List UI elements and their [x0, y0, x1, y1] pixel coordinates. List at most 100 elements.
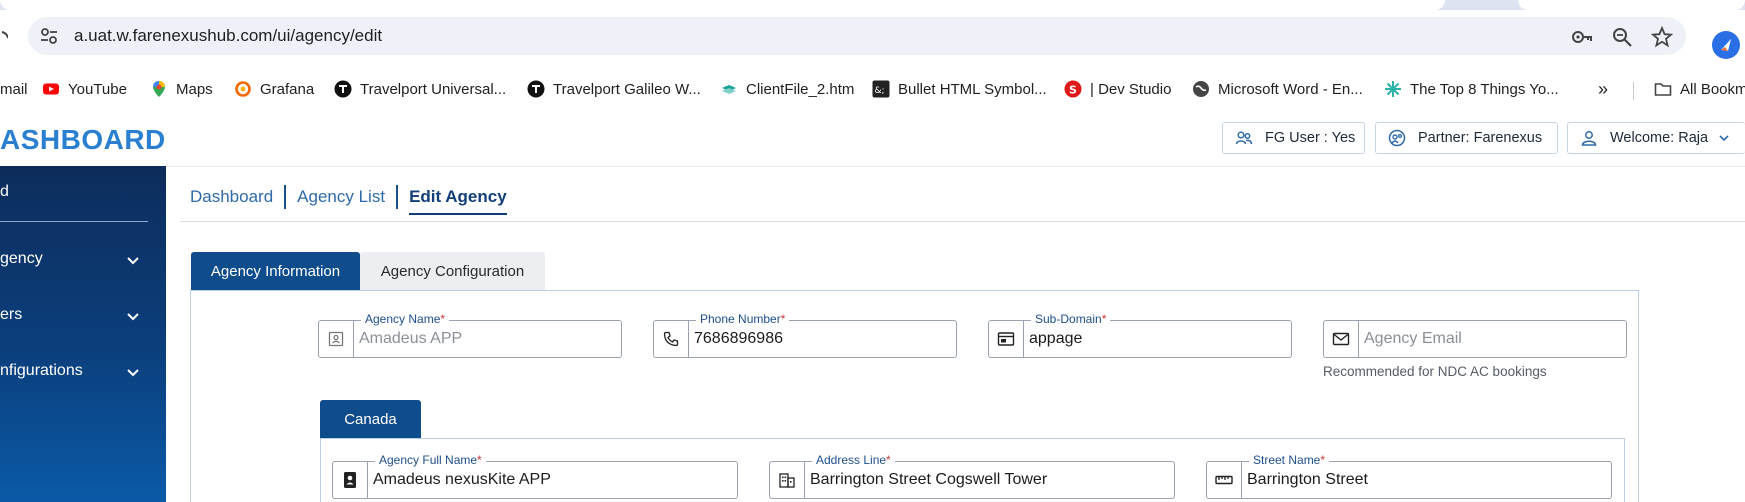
street-name-value: Barrington Street	[1247, 471, 1368, 488]
agency-full-name-field[interactable]: Agency Full Name* Amadeus nexusKite APP	[332, 453, 738, 499]
street-name-field[interactable]: Street Name* Barrington Street	[1206, 453, 1612, 499]
all-bookmarks-label: All Bookm	[1680, 80, 1745, 98]
globe-icon	[1193, 81, 1209, 97]
bookmark-label: mail	[0, 80, 28, 98]
partner-icon	[1388, 129, 1406, 147]
phone-number-field[interactable]: Phone Number* 7686896986	[653, 312, 957, 358]
address-line-field[interactable]: Address Line* Barrington Street Cogswell…	[769, 453, 1175, 499]
agency-full-name-icon-box	[333, 462, 368, 498]
sidebar-item-configurations[interactable]: nfigurations	[0, 362, 148, 384]
email-icon-box	[1324, 321, 1359, 357]
browser-tabstrip	[0, 0, 1745, 10]
agency-name-icon-box	[319, 321, 354, 357]
partner-label: Partner: Farenexus	[1418, 130, 1543, 146]
tab-agency-information[interactable]: Agency Information	[191, 252, 360, 290]
required-asterisk: *	[780, 312, 786, 326]
sidebar-item-label: gency	[0, 250, 43, 267]
bookmark-label: Travelport Galileo W...	[553, 80, 701, 98]
tab-country-canada[interactable]: Canada	[320, 400, 421, 438]
site-settings-icon[interactable]	[38, 25, 60, 47]
address-line-value: Barrington Street Cogswell Tower	[810, 471, 1048, 488]
chevron-down-icon	[127, 369, 139, 377]
more-bookmarks-button[interactable]: »	[1598, 76, 1608, 102]
bookmarks-divider	[1633, 82, 1634, 100]
sidebar-item-agency[interactable]: gency	[0, 250, 148, 272]
maps-icon	[153, 81, 165, 97]
bookmark-item[interactable]: The Top 8 Things Yo...	[1384, 76, 1559, 102]
welcome-user-menu[interactable]: Welcome: Raja	[1567, 122, 1745, 154]
travelport-icon	[527, 80, 545, 98]
bookmark-item[interactable]: ClientFile_2.htm	[720, 76, 854, 102]
bookmark-item[interactable]: Microsoft Word - En...	[1192, 76, 1363, 102]
breadcrumb-agency-list[interactable]: Agency List	[297, 187, 385, 207]
ruler-icon	[1215, 475, 1233, 485]
agency-full-name-label-text: Agency Full Name	[379, 453, 478, 467]
sub-domain-label-text: Sub-Domain	[1035, 312, 1102, 326]
bookmark-item[interactable]: Travelport Universal...	[334, 76, 506, 102]
breadcrumb-dashboard[interactable]: Dashboard	[190, 187, 273, 207]
agency-email-field[interactable]: Agency Email	[1323, 320, 1627, 358]
bookmark-label: ClientFile_2.htm	[746, 80, 855, 98]
phone-icon	[663, 331, 679, 347]
sub-domain-icon-box	[989, 321, 1024, 357]
sidebar: d gency ers nfigurations	[0, 166, 166, 502]
bookmark-item[interactable]: Grafana	[234, 76, 314, 102]
sidebar-item-users[interactable]: ers	[0, 306, 148, 328]
required-asterisk: *	[477, 453, 482, 467]
bookmark-item[interactable]: Maps	[150, 76, 213, 102]
sidebar-divider	[0, 221, 148, 222]
agency-email-hint: Recommended for NDC AC bookings	[1323, 364, 1547, 379]
travelport-icon	[334, 80, 352, 98]
agency-email-placeholder: Agency Email	[1364, 330, 1462, 347]
bookmark-item[interactable]: S | Dev Studio	[1064, 76, 1171, 102]
address-line-icon-box	[770, 462, 805, 498]
bookmark-label: YouTube	[68, 80, 127, 98]
required-asterisk: *	[1101, 312, 1107, 326]
phone-number-label: Phone Number*	[696, 312, 790, 326]
profile-avatar[interactable]	[1712, 31, 1740, 59]
url-text[interactable]: a.uat.w.farenexushub.com/ui/agency/edit	[74, 26, 382, 46]
bookmark-label: The Top 8 Things Yo...	[1410, 80, 1559, 98]
all-bookmarks-button[interactable]: All Bookm	[1654, 76, 1745, 102]
agency-name-field[interactable]: Agency Name* Amadeus APP	[318, 312, 622, 358]
bookmark-item[interactable]: Travelport Galileo W...	[527, 76, 701, 102]
chevron-down-icon	[127, 313, 139, 321]
required-asterisk: *	[440, 312, 446, 326]
phone-number-value: 7686896986	[694, 330, 783, 347]
fg-user-badge[interactable]: FG User : Yes	[1222, 122, 1365, 154]
profile-icon	[1721, 39, 1731, 51]
browser-tab[interactable]	[1518, 0, 1745, 10]
sub-domain-field[interactable]: Sub-Domain* appage	[988, 312, 1292, 358]
chevron-down-icon	[1719, 135, 1729, 142]
welcome-label: Welcome: Raja	[1610, 130, 1709, 146]
phone-icon-box	[654, 321, 689, 357]
street-name-icon-box	[1207, 462, 1242, 498]
browser-tab[interactable]	[0, 0, 1445, 10]
app-brand: ASHBOARD	[0, 124, 166, 155]
sidebar-item-label: d	[0, 183, 9, 200]
tab-agency-configuration[interactable]: Agency Configuration	[360, 252, 545, 290]
zoom-icon[interactable]	[1611, 26, 1633, 48]
breadcrumb-divider	[284, 185, 287, 209]
address-bar[interactable]: a.uat.w.farenexushub.com/ui/agency/edit	[28, 17, 1686, 55]
password-key-icon[interactable]	[1571, 26, 1593, 48]
agency-full-name-value: Amadeus nexusKite APP	[373, 471, 551, 488]
bookmark-item[interactable]: &; Bullet HTML Symbol...	[872, 76, 1047, 102]
reload-icon[interactable]	[0, 28, 8, 48]
contact-book-icon	[344, 472, 356, 488]
user-icon	[1581, 131, 1597, 146]
bookmarks-bar: mail YouTube Maps Grafana Travelport Uni…	[0, 70, 1745, 108]
sub-domain-label: Sub-Domain*	[1031, 312, 1111, 326]
building-icon	[779, 473, 795, 488]
bookmark-label: | Dev Studio	[1090, 80, 1172, 98]
bookmark-item[interactable]: mail	[0, 76, 28, 102]
youtube-icon	[43, 83, 59, 95]
bookmark-star-icon[interactable]	[1651, 26, 1673, 48]
folder-icon	[1654, 83, 1672, 96]
agency-name-placeholder: Amadeus APP	[359, 330, 463, 347]
partner-badge[interactable]: Partner: Farenexus	[1375, 122, 1558, 154]
browser-toolbar: a.uat.w.farenexushub.com/ui/agency/edit	[0, 10, 1745, 70]
bookmark-item[interactable]: YouTube	[42, 76, 127, 102]
bookmark-label: Bullet HTML Symbol...	[898, 80, 1047, 98]
sidebar-item-dashboard[interactable]: d	[0, 183, 9, 201]
